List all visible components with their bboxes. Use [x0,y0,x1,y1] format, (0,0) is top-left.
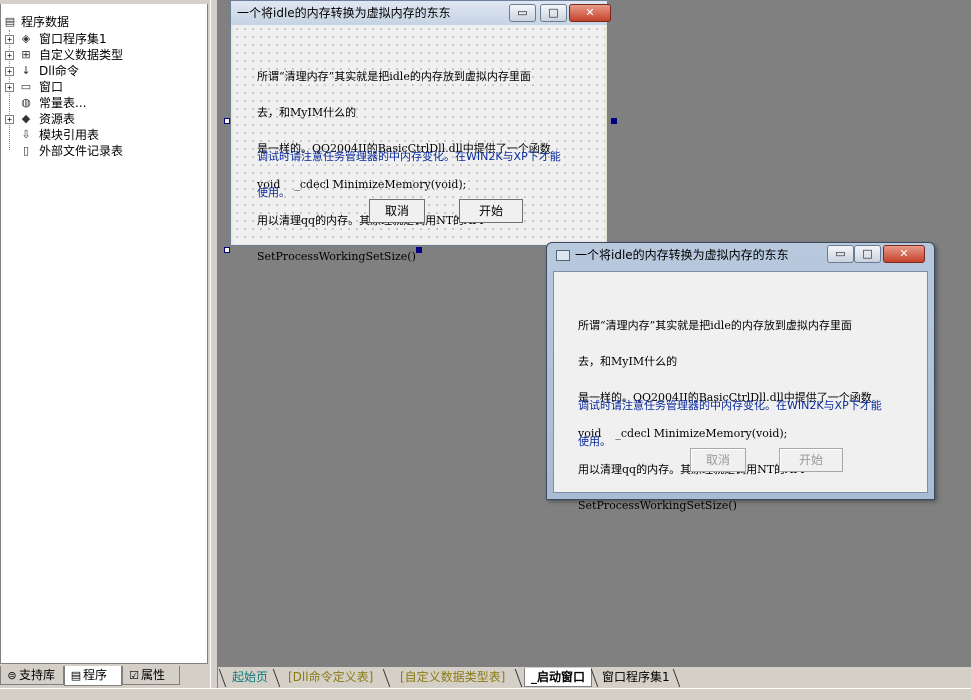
tab-label: 支持库 [19,668,56,682]
design-title: 一个将idle的内存转换为虚拟内存的东东 [237,6,451,20]
preview-start-button[interactable]: 开始 [779,448,843,472]
tree-item-external-files[interactable]: ▯ 外部文件记录表 [1,143,201,159]
program-tree[interactable]: ▤ 程序数据 + ◈ 窗口程序集1 + ⊞ 自定义数据类型 + ↓ Dll命令 … [0,4,208,664]
status-bar [0,688,971,700]
tree-item-label: 窗口程序集1 [39,32,107,46]
message-line: 所谓“清理内存”其实就是把idle的内存放到虚拟内存里面 [578,319,852,332]
start-button[interactable]: 开始 [459,199,523,223]
preview-title: 一个将idle的内存转换为虚拟内存的东东 [575,248,789,262]
note-line: 使用。 [257,186,290,199]
minimize-icon: ▭ [835,247,846,260]
tree-item-label: Dll命令 [39,64,79,78]
resource-icon: ◆ [21,112,31,125]
tree-item-windows[interactable]: + ▭ 窗口 [1,79,201,95]
tree-item-module-refs[interactable]: ⇩ 模块引用表 [1,127,201,143]
cancel-button[interactable]: 取消 [369,199,425,223]
expand-icon[interactable]: + [5,83,14,92]
tab-startup-window[interactable]: _启动窗口 [524,668,593,687]
tab-dll-command-table[interactable]: [Dll命令定义表] [282,668,379,687]
constant-table-icon: ◍ [21,96,31,109]
note-line: 调试时请注意任务管理器的中内存变化。在WIN2K与XP下才能 [578,399,882,412]
cancel-label: 取消 [384,204,409,218]
message-line: SetProcessWorkingSetSize() [578,499,737,512]
tab-label: [Dll命令定义表] [288,670,374,684]
module-ref-icon: ⇩ [21,128,31,141]
tree-item-label: 常量表... [39,96,87,110]
message-line: SetProcessWorkingSetSize() [257,250,416,263]
design-canvas[interactable]: 所谓“清理内存”其实就是把idle的内存放到虚拟内存里面 去，和MyIM什么的 … [233,25,605,263]
minimize-button[interactable]: ▭ [509,4,536,22]
maximize-icon: □ [548,6,559,19]
tab-label: [自定义数据类型表] [400,670,506,684]
maximize-icon: □ [862,247,873,260]
minimize-icon: ▭ [517,6,528,19]
expand-icon[interactable]: + [5,35,14,44]
tab-label: 属性 [141,668,166,682]
program-data-icon: ▤ [4,15,16,28]
message-line: 去，和MyIM什么的 [578,355,678,368]
tab-window-assembly[interactable]: 窗口程序集1 [596,668,676,687]
resize-handle-right[interactable] [611,118,617,124]
preview-cancel-button[interactable]: 取消 [690,448,746,472]
tab-start-page[interactable]: 起始页 [226,668,274,687]
document-tab-strip: 起始页 [Dll命令定义表] [自定义数据类型表] _启动窗口 窗口程序集1 [218,666,971,688]
preview-maximize-button[interactable]: □ [854,245,881,263]
panel-tab-strip: ⊜ 支持库 ▤ 程序 ☑ 属性 [0,666,210,686]
design-form[interactable]: 一个将idle的内存转换为虚拟内存的东东 ▭ □ ✕ 所谓“清理内存”其实就是把… [230,0,611,263]
tree-item-dll-commands[interactable]: + ↓ Dll命令 [1,63,201,79]
tab-label: _启动窗口 [531,670,586,684]
tab-support-library[interactable]: ⊜ 支持库 [0,666,64,685]
gear-stack-icon: ◈ [21,32,31,45]
start-label: 开始 [478,204,503,218]
tree-item-label: 资源表 [39,112,76,126]
note-line: 调试时请注意任务管理器的中内存变化。在WIN2K与XP下才能 [257,150,561,163]
dll-command-icon: ↓ [21,64,31,77]
tab-label: 窗口程序集1 [602,670,670,684]
start-label: 开始 [798,453,823,467]
message-line: 去，和MyIM什么的 [257,106,357,119]
resize-handle-bottom[interactable] [416,247,422,253]
library-icon: ⊜ [7,669,17,682]
maximize-button[interactable]: □ [540,4,567,22]
preview-window[interactable]: 一个将idle的内存转换为虚拟内存的东东 ▭ □ ✕ 所谓“清理内存”其实就是把… [546,242,935,512]
project-panel: ▤ 程序数据 + ◈ 窗口程序集1 + ⊞ 自定义数据类型 + ↓ Dll命令 … [0,0,218,688]
message-line: 所谓“清理内存”其实就是把idle的内存放到虚拟内存里面 [257,70,531,83]
external-file-icon: ▯ [22,144,30,157]
tree-item-window-assembly[interactable]: + ◈ 窗口程序集1 [1,31,201,47]
tab-program[interactable]: ▤ 程序 [64,666,122,686]
resize-handle-left[interactable] [224,118,230,124]
expand-icon[interactable]: + [5,115,14,124]
property-icon: ☑ [129,669,139,682]
tree-item-resources[interactable]: + ◆ 资源表 [1,111,201,127]
tree-item-label: 窗口 [39,80,64,94]
data-type-icon: ⊞ [21,48,31,61]
tree-item-custom-types[interactable]: + ⊞ 自定义数据类型 [1,47,201,63]
panel-splitter[interactable] [210,0,218,688]
preview-minimize-button[interactable]: ▭ [827,245,854,263]
preview-close-button[interactable]: ✕ [883,245,925,263]
tree-item-label: 外部文件记录表 [39,144,124,158]
tab-label: 程序 [83,668,108,682]
note-line: 使用。 [578,435,611,448]
close-button[interactable]: ✕ [569,4,611,22]
tab-custom-type-table[interactable]: [自定义数据类型表] [394,668,511,687]
preview-client-area: 所谓“清理内存”其实就是把idle的内存放到虚拟内存里面 去，和MyIM什么的 … [553,271,928,512]
tab-properties[interactable]: ☑ 属性 [122,666,180,685]
resize-handle-bottom-left[interactable] [224,247,230,253]
tree-root-label: 程序数据 [21,15,70,29]
tree-item-label: 自定义数据类型 [39,48,124,62]
program-icon: ▤ [70,669,82,682]
expand-icon[interactable]: + [5,51,14,60]
close-icon: ✕ [585,6,595,19]
cancel-label: 取消 [705,453,730,467]
expand-icon[interactable]: + [5,67,14,76]
close-icon: ✕ [899,247,909,260]
tree-item-label: 模块引用表 [39,128,100,142]
tree-item-constants[interactable]: ◍ 常量表... [1,95,201,111]
window-icon: ▭ [20,80,32,93]
tab-label: 起始页 [232,670,269,684]
